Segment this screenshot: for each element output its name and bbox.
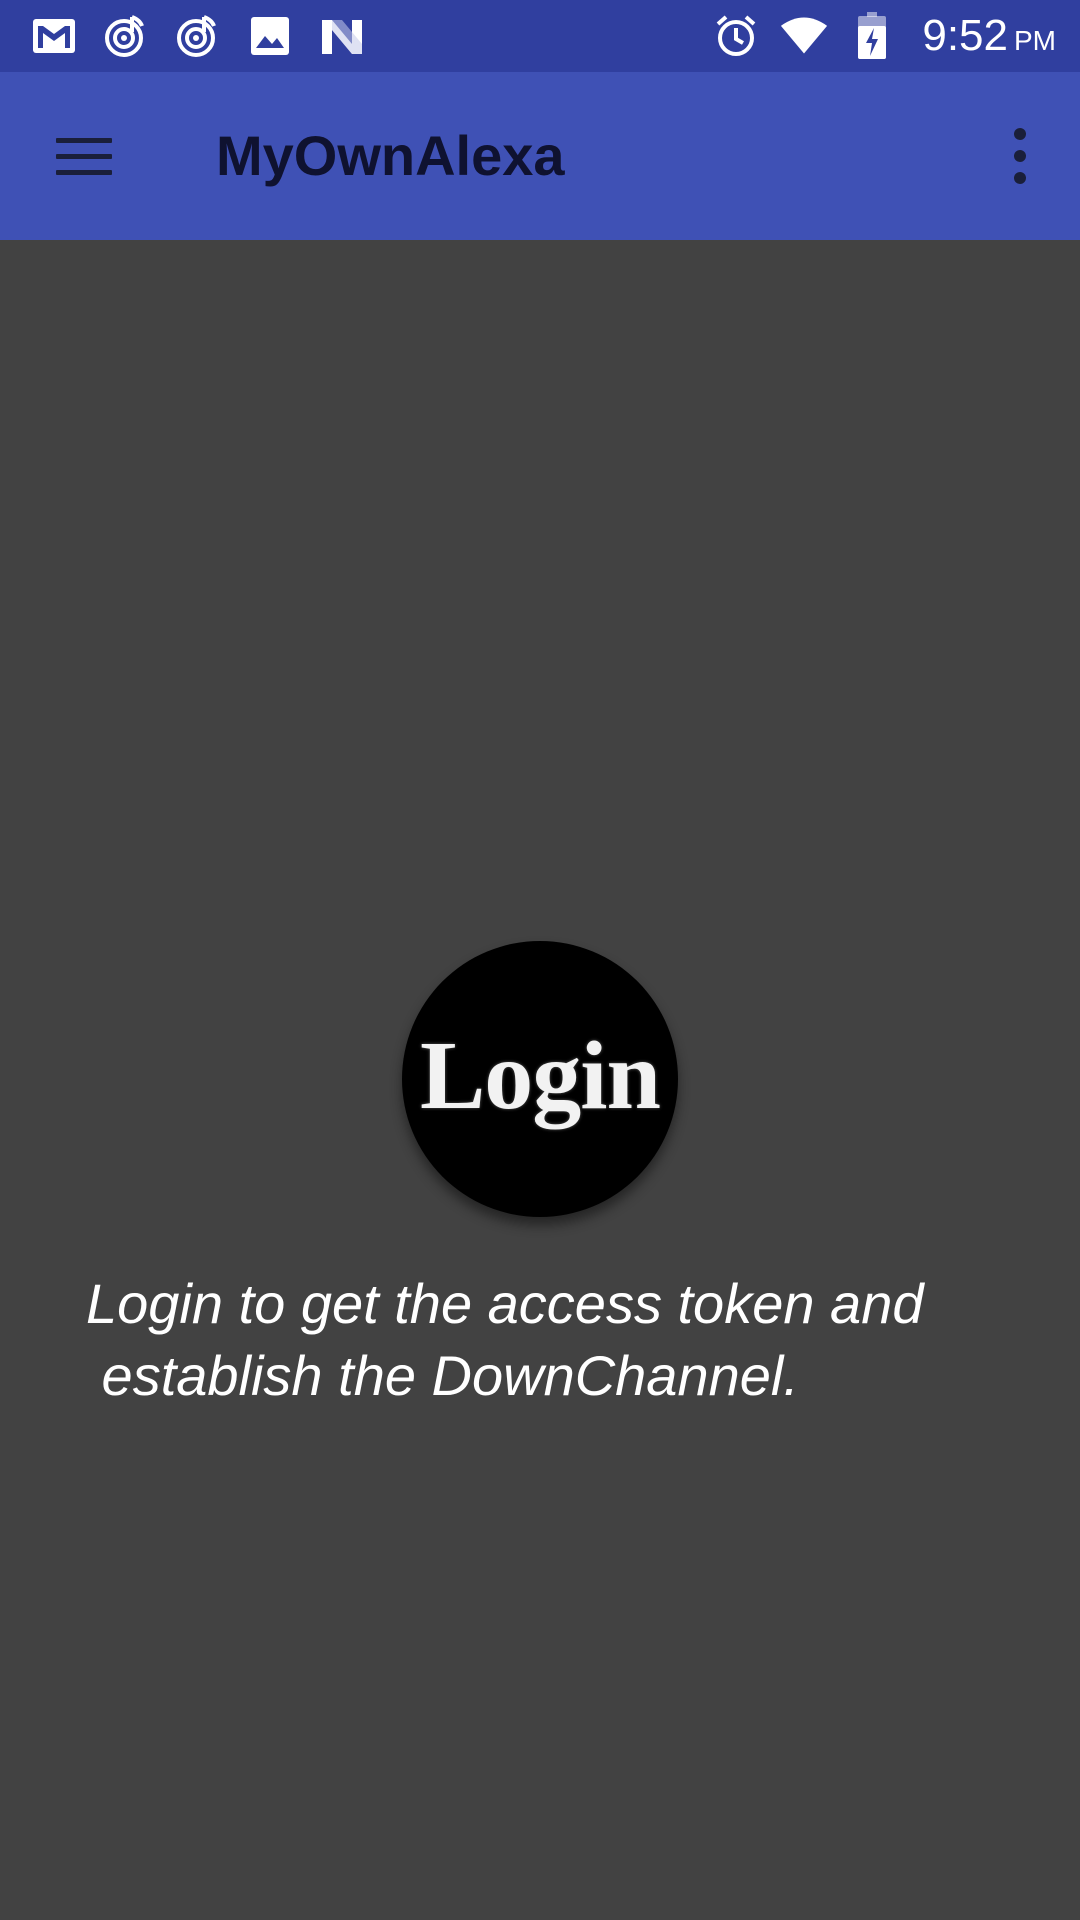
login-instructions-line-1: Login to get the access token and <box>86 1272 924 1335</box>
login-instructions: Login to get the access token and establ… <box>86 1268 1026 1412</box>
more-vertical-icon[interactable] <box>990 114 1050 198</box>
battery-charging-icon <box>848 12 896 60</box>
login-button-label: Login <box>419 1022 661 1130</box>
clock-time: 9:52 <box>922 11 1008 60</box>
alarm-icon <box>712 12 760 60</box>
n-logo-icon <box>318 12 366 60</box>
image-icon <box>246 12 294 60</box>
music-note-icon <box>102 12 150 60</box>
login-instructions-line-2: establish the DownChannel. <box>86 1344 799 1407</box>
app-title: MyOwnAlexa <box>216 124 565 187</box>
system-icons: 9:52 PM <box>712 10 1056 62</box>
status-bar: 9:52 PM <box>0 0 1080 72</box>
login-button[interactable]: Login <box>402 941 678 1217</box>
app-bar: MyOwnAlexa <box>0 72 1080 240</box>
status-clock: 9:52 PM <box>922 11 1056 61</box>
music-note-icon <box>174 12 222 60</box>
wifi-icon <box>780 12 828 60</box>
clock-ampm: PM <box>1014 25 1056 56</box>
gmail-icon <box>30 12 78 60</box>
hamburger-menu-icon[interactable] <box>36 114 132 198</box>
notification-icons <box>30 12 366 60</box>
